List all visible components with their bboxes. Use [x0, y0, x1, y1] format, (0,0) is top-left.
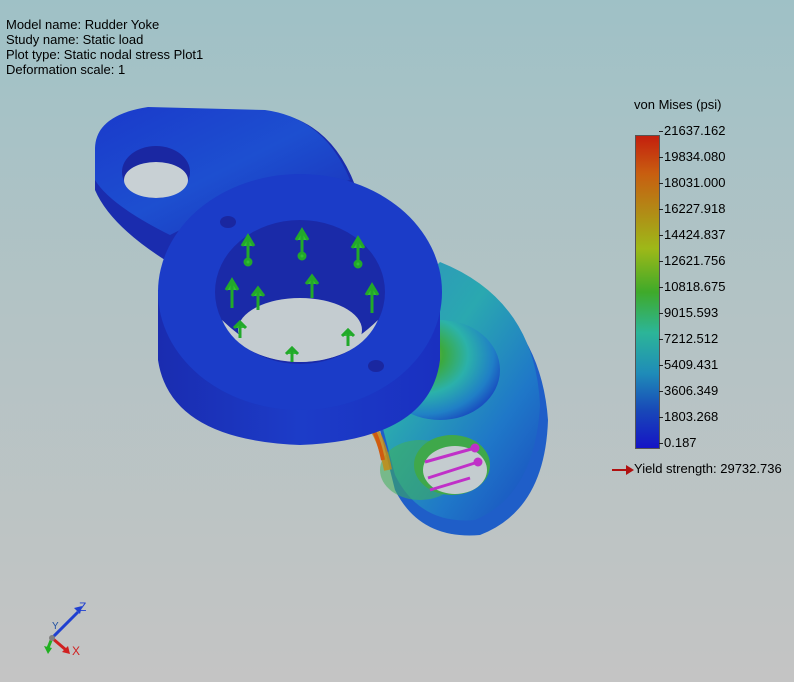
yield-strength: Yield strength: 29732.736	[612, 461, 782, 476]
legend-tick-mark	[659, 287, 663, 288]
legend-title: von Mises (psi)	[634, 97, 722, 112]
legend-tick-mark	[659, 157, 663, 158]
legend-tick-label: 1803.268	[664, 409, 719, 424]
legend-tick-label: 5409.431	[664, 357, 719, 372]
legend-tick-label: 18031.000	[664, 175, 726, 190]
legend-tick-label: 16227.918	[664, 201, 726, 216]
legend-tick-label: 12621.756	[664, 253, 726, 268]
legend-tick-mark	[659, 131, 663, 132]
legend-tick-mark	[659, 443, 663, 444]
yield-arrow-icon	[612, 464, 634, 475]
triad-y-label: Y	[52, 621, 59, 632]
legend-tick-mark	[659, 183, 663, 184]
coordinate-triad-icon	[44, 606, 82, 654]
triad-z-label: Z	[79, 600, 87, 614]
triad-x-label: X	[72, 644, 81, 658]
legend-tick-label: 7212.512	[664, 331, 719, 346]
yield-label: Yield strength: 29732.736	[634, 461, 782, 476]
legend-tick-mark	[659, 339, 663, 340]
legend-tick-label: 10818.675	[664, 279, 726, 294]
legend-tick-mark	[659, 235, 663, 236]
legend-tick-mark	[659, 313, 663, 314]
model-viewport[interactable]	[0, 0, 600, 600]
legend-tick-mark	[659, 209, 663, 210]
legend-tick-label: 14424.837	[664, 227, 726, 242]
legend-tick-mark	[659, 391, 663, 392]
legend-tick-mark	[659, 261, 663, 262]
legend-tick-label: 21637.162	[664, 123, 726, 138]
legend-tick-label: 19834.080	[664, 149, 726, 164]
legend-tick-label: 3606.349	[664, 383, 719, 398]
legend-tick-label: 0.187	[664, 435, 697, 450]
legend-tick-mark	[659, 417, 663, 418]
stress-colorbar	[635, 135, 660, 449]
legend-tick-mark	[659, 365, 663, 366]
legend-tick-label: 9015.593	[664, 305, 719, 320]
